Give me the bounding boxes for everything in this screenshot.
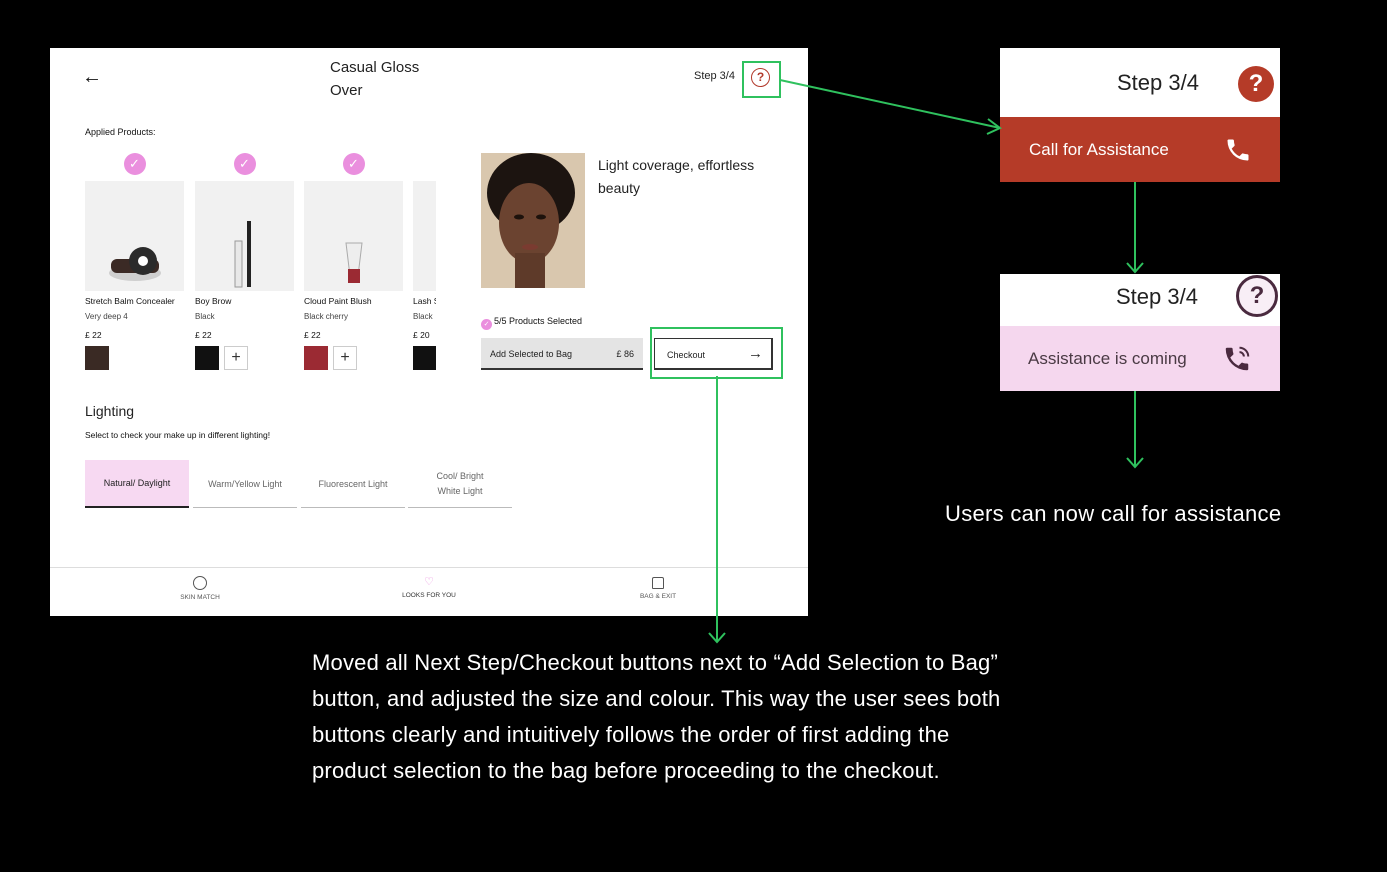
annotation-bottom: Moved all Next Step/Checkout buttons nex… — [312, 650, 1001, 783]
annotation-right: Users can now call for assistance — [945, 501, 1282, 526]
